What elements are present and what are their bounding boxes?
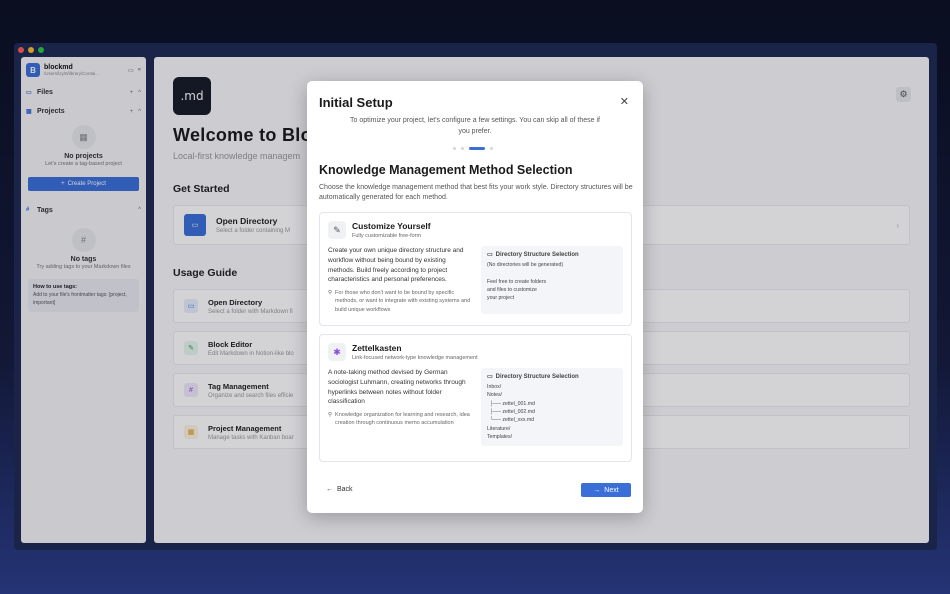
pin-icon: ⚲ — [328, 290, 333, 296]
directory-title: Directory Structure Selection — [495, 251, 579, 258]
next-button[interactable]: → Next — [581, 483, 631, 497]
pin-icon: ⚲ — [328, 412, 333, 418]
method-description: Choose the knowledge management method t… — [319, 184, 633, 202]
wrench-icon: ✎ — [328, 221, 346, 239]
method-sub: Fully customizable free-form — [352, 233, 422, 239]
close-icon[interactable]: ✕ — [620, 95, 629, 108]
next-label: Next — [604, 486, 619, 494]
step-dot — [461, 147, 464, 150]
dialog-title: Initial Setup — [319, 95, 393, 110]
step-dot-active — [469, 147, 485, 150]
arrow-right-icon: → — [593, 486, 601, 494]
directory-title: Directory Structure Selection — [495, 373, 579, 380]
method-option-zettelkasten[interactable]: ✱ Zettelkasten Link-focused network-type… — [319, 334, 632, 462]
directory-preview: ▭ Directory Structure Selection Inbox/ No… — [481, 368, 623, 447]
directory-body: (No directories will be generated) Feel … — [487, 262, 564, 302]
method-name: Customize Yourself — [352, 221, 431, 231]
step-indicator — [453, 147, 493, 150]
back-label: Back — [337, 486, 353, 493]
step-dot — [490, 147, 493, 150]
folder-icon: ▭ — [487, 374, 493, 380]
method-note: For those who don't want to be bound by … — [335, 290, 471, 313]
method-note: Knowledge organization for learning and … — [335, 412, 470, 427]
arrow-left-icon: ← — [326, 486, 333, 493]
method-list[interactable]: ✎ Customize Yourself Fully customizable … — [319, 212, 632, 469]
directory-body: Inbox/ Notes/ ├── zettel_001.md ├── zett… — [487, 384, 535, 440]
method-heading: Knowledge Management Method Selection — [319, 163, 573, 177]
folder-icon: ▭ — [487, 252, 493, 258]
method-desc: Create your own unique directory structu… — [328, 247, 464, 284]
method-desc: A note-taking method devised by German s… — [328, 369, 466, 406]
step-dot — [453, 147, 456, 150]
method-sub: Link-focused network-type knowledge mana… — [352, 355, 478, 361]
network-icon: ✱ — [328, 343, 346, 361]
dialog-intro: To optimize your project, let's configur… — [350, 117, 600, 135]
method-name: Zettelkasten — [352, 343, 402, 353]
initial-setup-dialog: Initial Setup ✕ To optimize your project… — [307, 81, 643, 513]
method-option-customize[interactable]: ✎ Customize Yourself Fully customizable … — [319, 212, 632, 326]
directory-preview: ▭ Directory Structure Selection (No direc… — [481, 246, 623, 314]
back-button[interactable]: ← Back — [326, 486, 353, 493]
